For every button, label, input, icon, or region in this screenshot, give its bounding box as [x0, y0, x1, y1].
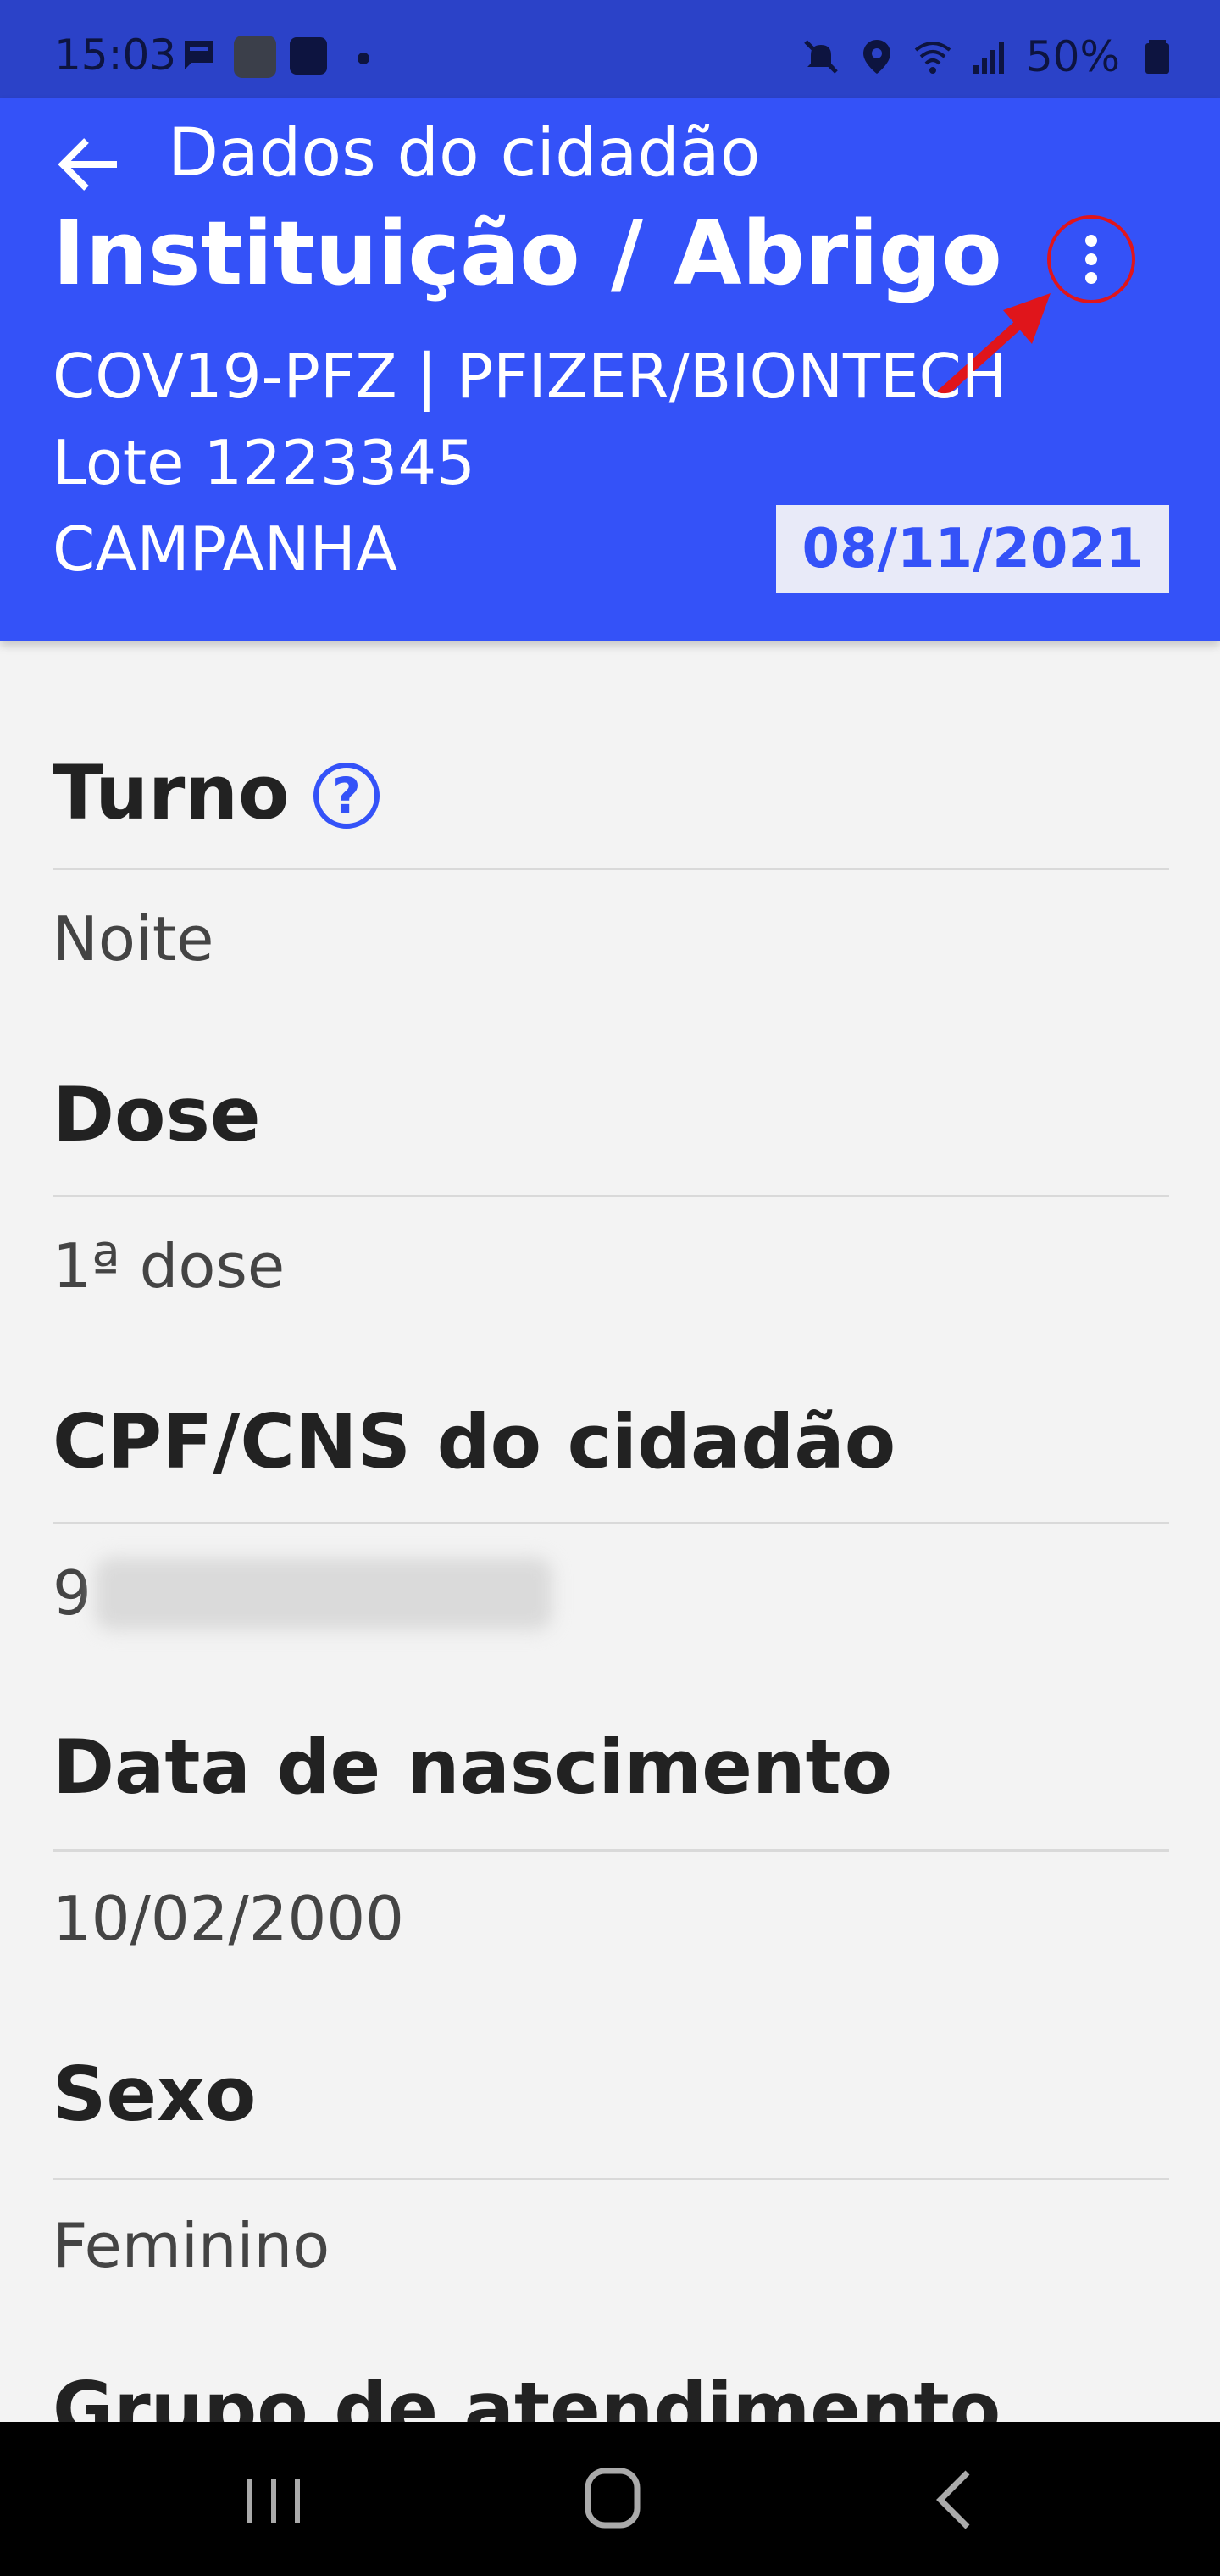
- campaign-info: CAMPANHA: [53, 514, 397, 585]
- vaccine-info: COV19-PFZ | PFIZER/BIONTECH: [53, 341, 1007, 412]
- lot-info: Lote 1223345: [53, 427, 475, 498]
- redacted-blur: [95, 1557, 552, 1630]
- home-icon[interactable]: [583, 2466, 642, 2530]
- divider: [53, 1849, 1169, 1852]
- field-label-turno: Turno: [53, 749, 290, 836]
- app-icon: [234, 36, 276, 78]
- pix-icon: [290, 37, 327, 75]
- status-time: 15:03: [54, 31, 177, 80]
- nav-bar: [0, 2422, 1220, 2576]
- header-title: Dados do cidadão: [168, 115, 761, 192]
- battery-icon: [1145, 40, 1169, 74]
- location-icon: [862, 40, 890, 74]
- divider: [53, 1522, 1169, 1524]
- recent-apps-icon[interactable]: [244, 2476, 303, 2527]
- back-arrow-icon[interactable]: [56, 130, 124, 198]
- chat-icon: [185, 41, 214, 69]
- divider: [53, 868, 1169, 870]
- battery-percent: 50%: [1025, 32, 1120, 81]
- app-header: Dados do cidadão Instituição / Abrigo CO…: [0, 98, 1220, 641]
- field-value-turno[interactable]: Noite: [53, 903, 214, 974]
- status-right: 50%: [802, 32, 1176, 81]
- field-label-sexo: Sexo: [53, 2051, 257, 2138]
- more-vert-icon: [1085, 235, 1097, 284]
- institution-title: Instituição / Abrigo: [53, 202, 1002, 305]
- field-value-birthdate[interactable]: 10/02/2000: [53, 1883, 404, 1954]
- question-circle-icon[interactable]: ?: [313, 763, 380, 829]
- divider: [53, 1195, 1169, 1197]
- signal-icon: [973, 42, 1004, 74]
- mute-icon: [804, 40, 838, 74]
- field-value-cpf[interactable]: 9: [53, 1557, 92, 1629]
- field-label-cpf: CPF/CNS do cidadão: [53, 1398, 896, 1485]
- wifi-icon: [914, 42, 951, 74]
- dot-icon: [358, 53, 369, 64]
- field-label-dose: Dose: [53, 1071, 261, 1158]
- status-bar: 15:03 50%: [0, 0, 1220, 98]
- field-label-birthdate: Data de nascimento: [53, 1724, 893, 1811]
- field-value-dose[interactable]: 1ª dose: [53, 1230, 285, 1302]
- back-icon[interactable]: [929, 2466, 979, 2534]
- date-badge: 08/11/2021: [776, 505, 1169, 593]
- field-value-sexo[interactable]: Feminino: [53, 2210, 330, 2281]
- divider: [53, 2178, 1169, 2180]
- more-options-button[interactable]: [1047, 215, 1135, 303]
